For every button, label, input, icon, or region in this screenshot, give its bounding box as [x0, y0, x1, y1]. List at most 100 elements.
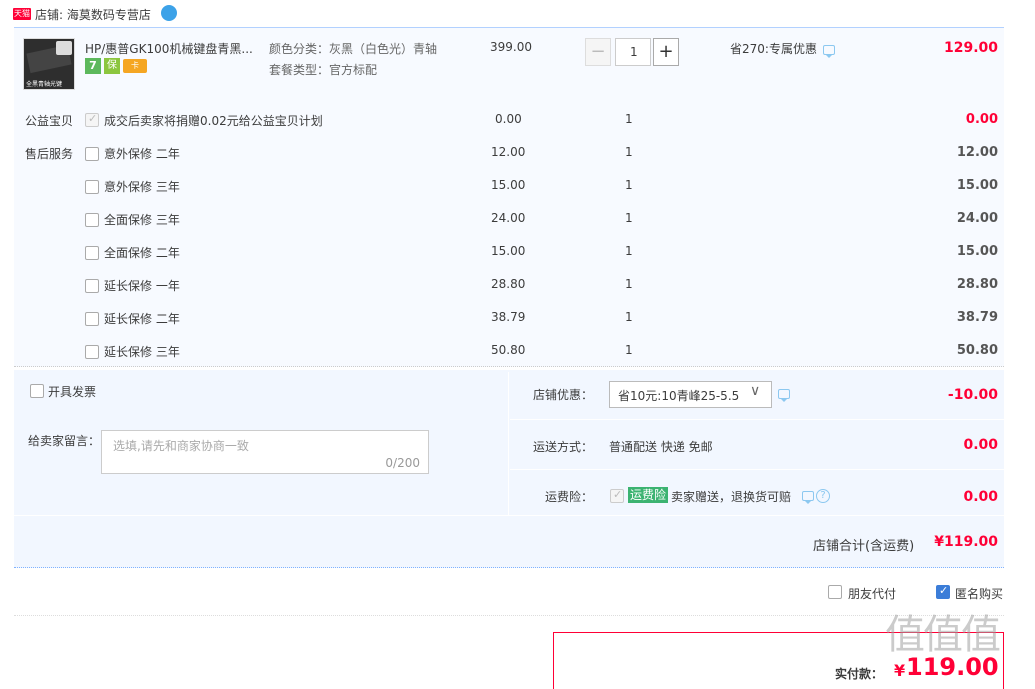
sku-color: 颜色分类：灰黑（白色光）青轴 — [269, 42, 438, 56]
invoice-label: 开具发票 — [48, 385, 97, 399]
row-divider — [510, 469, 1004, 470]
message-label: 给卖家留言： — [28, 434, 101, 448]
service-row: 延长保修 三年 50.80 1 50.80 — [0, 343, 1035, 361]
service-total: 15.00 — [956, 244, 998, 259]
service-checkbox[interactable] — [85, 180, 99, 194]
service-checkbox[interactable] — [85, 312, 99, 326]
service-name: 延长保修 二年 — [104, 312, 180, 326]
friend-pay-label: 朋友代付 — [848, 587, 897, 601]
coupon-select[interactable]: 省10元:10青峰25-5.5 ∨ — [609, 381, 772, 408]
service-qty: 1 — [625, 277, 633, 291]
sku-package: 套餐类型：官方标配 — [269, 63, 378, 77]
quantity-stepper: − 1 + — [585, 38, 680, 66]
divider — [14, 615, 1004, 616]
help-icon[interactable]: ? — [816, 489, 830, 503]
coupon-info-icon[interactable] — [778, 389, 790, 402]
shop-header: 天猫 店铺: 海莫数码专营店 — [13, 5, 213, 23]
service-price: 24.00 — [491, 211, 526, 225]
credit-card-icon: 卡 — [123, 59, 147, 73]
message-placeholder: 选填,请先和商家协商一致 — [113, 439, 249, 453]
panel-divider — [508, 372, 509, 516]
message-counter: 0/200 — [385, 456, 420, 470]
charity-checkbox — [85, 112, 99, 127]
service-total: 12.00 — [956, 145, 998, 160]
charity-qty: 1 — [625, 112, 633, 126]
service-qty: 1 — [625, 244, 633, 258]
charity-text: 成交后卖家将捐赠0.02元给公益宝贝计划 — [104, 114, 323, 128]
service-price: 50.80 — [491, 343, 526, 357]
service-qty: 1 — [625, 211, 633, 225]
insurance-amount: 0.00 — [963, 489, 998, 505]
service-qty: 1 — [625, 145, 633, 159]
pay-currency: ¥ — [894, 661, 906, 680]
shop-total-value: ¥119.00 — [934, 534, 998, 550]
coupon-selected: 省10元:10青峰25-5.5 — [618, 389, 740, 403]
service-checkbox[interactable] — [85, 147, 99, 161]
wangwang-icon[interactable] — [161, 5, 177, 21]
service-row: 全面保修 三年 24.00 1 24.00 — [0, 211, 1035, 229]
service-total: 38.79 — [956, 310, 998, 325]
service-price: 15.00 — [491, 178, 526, 192]
service-name: 延长保修 三年 — [104, 345, 180, 359]
anonymous-label: 匿名购买 — [955, 587, 1004, 601]
thumbnail-caption: 全黑青轴光键 — [26, 81, 63, 88]
discount-info-icon[interactable] — [823, 45, 835, 58]
message-textarea[interactable]: 选填,请先和商家协商一致 0/200 — [101, 430, 429, 474]
charity-total: 0.00 — [965, 112, 998, 127]
anonymous-checkbox[interactable] — [936, 584, 950, 599]
shipping-amount: 0.00 — [963, 437, 998, 453]
service-row: 延长保修 一年 28.80 1 28.80 — [0, 277, 1035, 295]
service-checkbox[interactable] — [85, 246, 99, 260]
service-price: 28.80 — [491, 277, 526, 291]
service-name: 全面保修 二年 — [104, 246, 180, 260]
service-price: 12.00 — [491, 145, 526, 159]
watermark-logo: 值值值 — [885, 612, 1001, 658]
item-subtotal: 129.00 — [943, 40, 998, 56]
service-name: 延长保修 一年 — [104, 279, 180, 293]
service-total: 24.00 — [956, 211, 998, 226]
service-row: 延长保修 二年 38.79 1 38.79 — [0, 310, 1035, 328]
product-thumbnail[interactable]: 全黑青轴光键 — [23, 38, 75, 90]
decrease-button[interactable]: − — [585, 38, 611, 66]
service-row: 意外保修 三年 15.00 1 15.00 — [0, 178, 1035, 196]
service-qty: 1 — [625, 310, 633, 324]
invoice-checkbox[interactable] — [30, 384, 44, 398]
discount-text: 省270:专属优惠 — [730, 42, 817, 56]
shipping-label: 运送方式： — [533, 440, 594, 454]
service-row: 意外保修 二年 12.00 1 12.00 — [0, 145, 1035, 163]
row-divider — [14, 515, 1004, 516]
service-total: 15.00 — [956, 178, 998, 193]
service-checkbox[interactable] — [85, 279, 99, 293]
pay-label: 实付款： — [835, 667, 884, 681]
service-qty: 1 — [625, 343, 633, 357]
service-qty: 1 — [625, 178, 633, 192]
service-total: 50.80 — [956, 343, 998, 358]
quantity-input[interactable]: 1 — [615, 38, 651, 66]
service-price: 38.79 — [491, 310, 526, 324]
service-name: 意外保修 二年 — [104, 147, 180, 161]
coupon-label: 店铺优惠： — [533, 388, 594, 402]
service-row: 全面保修 二年 15.00 1 15.00 — [0, 244, 1035, 262]
service-price: 15.00 — [491, 244, 526, 258]
service-total: 28.80 — [956, 277, 998, 292]
tmall-badge: 天猫 — [13, 8, 31, 20]
service-name: 意外保修 三年 — [104, 180, 180, 194]
guarantee-icon: 保 — [104, 58, 120, 74]
charity-label: 公益宝贝 — [25, 114, 74, 128]
service-checkbox[interactable] — [85, 345, 99, 359]
chevron-down-icon: ∨ — [750, 383, 761, 399]
insurance-label: 运费险： — [545, 490, 594, 504]
insurance-chat-icon[interactable] — [802, 491, 814, 504]
unit-price: 399.00 — [490, 40, 532, 54]
coupon-amount: -10.00 — [947, 387, 998, 403]
seven-day-return-icon: 7 — [85, 58, 101, 74]
increase-button[interactable]: + — [653, 38, 679, 66]
friend-pay-checkbox[interactable] — [828, 585, 842, 599]
shipping-value: 普通配送 快递 免邮 — [609, 440, 713, 454]
shop-name[interactable]: 店铺: 海莫数码专营店 — [35, 6, 151, 23]
service-checkbox[interactable] — [85, 213, 99, 227]
insurance-text: 卖家赠送，退换货可赔 — [671, 490, 792, 504]
product-title[interactable]: HP/惠普GK100机械键盘青黑... — [85, 40, 253, 57]
service-name: 全面保修 三年 — [104, 213, 180, 227]
row-divider — [510, 419, 1004, 420]
